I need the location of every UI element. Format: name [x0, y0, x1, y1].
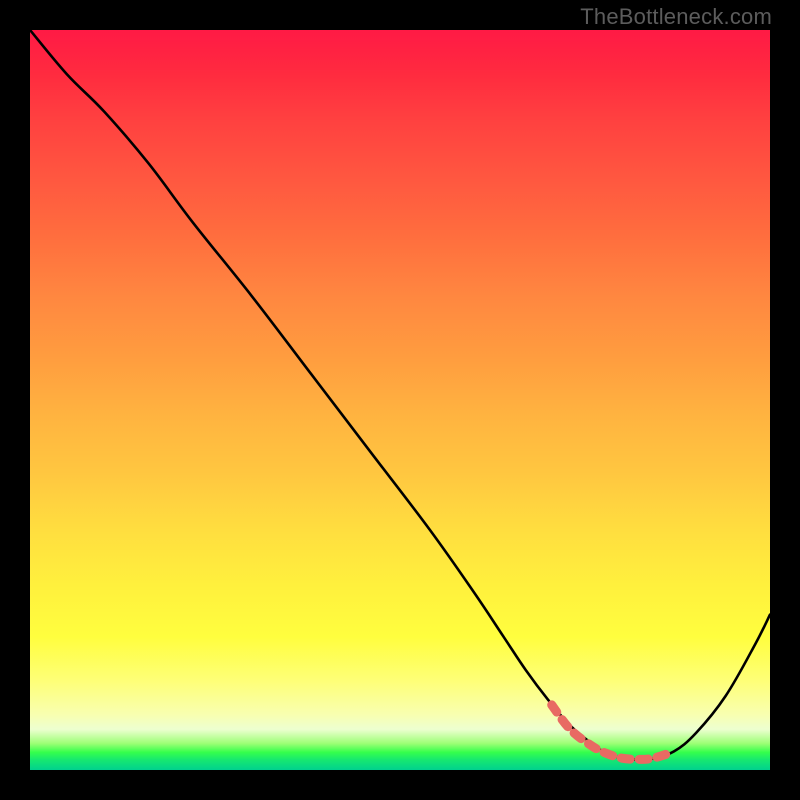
line-layer — [30, 30, 770, 770]
watermark-text: TheBottleneck.com — [580, 4, 772, 30]
bottom-highlight-curve — [552, 705, 670, 759]
plot-area — [30, 30, 770, 770]
main-curve — [30, 30, 770, 760]
chart-frame: TheBottleneck.com — [0, 0, 800, 800]
